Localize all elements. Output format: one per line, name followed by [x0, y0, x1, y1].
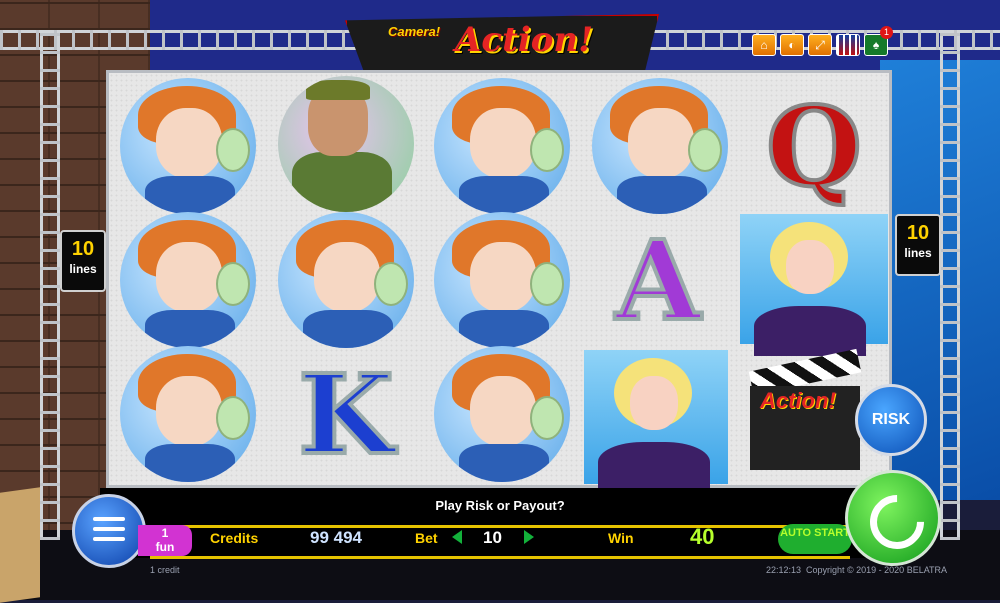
menu-icon-bar [93, 537, 125, 541]
menu-icon-bar [93, 517, 125, 521]
win-value: 40 [690, 524, 715, 549]
bet-value: 10 [483, 528, 502, 547]
bet-label: Bet [415, 530, 438, 546]
sound-icon[interactable]: ◐ [780, 34, 804, 56]
symbol-lady [120, 212, 256, 348]
menu-button[interactable] [72, 494, 146, 568]
auto-start-button[interactable]: AUTO START [778, 524, 852, 554]
win-label: Win [608, 530, 634, 546]
lines-number: 10 [906, 222, 930, 244]
symbol-lady [434, 346, 570, 482]
uk-flag-icon[interactable] [836, 34, 860, 56]
symbol-blonde [740, 214, 888, 356]
lines-label: lines [69, 262, 97, 276]
copyright: Copyright © 2019 - 2020 BELATRA [806, 565, 948, 575]
bet-decrease-icon[interactable] [452, 530, 462, 544]
symbol-lady [434, 212, 570, 348]
symbol-k: K [296, 348, 396, 481]
symbol-lady [120, 78, 256, 214]
fun-label: fun [155, 540, 175, 554]
lines-number: 10 [71, 238, 95, 260]
symbol-q: Q [764, 80, 864, 213]
symbol-lady [278, 212, 414, 348]
symbol-clapperboard: Action! [748, 348, 862, 470]
symbol-man [278, 76, 414, 212]
lines-label: lines [904, 246, 932, 260]
credit-note: 1 credit [150, 565, 180, 575]
right-truss [940, 30, 960, 540]
clapper-word: Action! [760, 388, 836, 413]
credits-value: 99 494 [310, 528, 362, 547]
fun-number: 1 [161, 526, 169, 540]
spin-arrow-icon [858, 483, 936, 561]
lines-indicator-right: 10 lines [895, 214, 941, 276]
left-truss [40, 30, 60, 540]
symbol-lady [434, 78, 570, 214]
spin-button[interactable] [845, 470, 941, 566]
credits-label: Credits [210, 530, 259, 546]
home-icon[interactable]: ⌂ [752, 34, 776, 56]
notification-badge: 1 [880, 26, 893, 39]
bet-increase-icon[interactable] [524, 530, 534, 544]
menu-icon-bar [93, 527, 125, 531]
fullscreen-icon[interactable]: ⤢ [808, 34, 832, 56]
symbol-blonde [584, 350, 728, 492]
clock: 22:12:13 [766, 565, 802, 575]
symbol-lady [592, 78, 728, 214]
logo-small-text: Camera! [388, 24, 441, 39]
risk-button[interactable]: RISK [855, 384, 927, 456]
logo-big-text: Action! [455, 20, 594, 60]
lines-indicator-left: 10 lines [60, 230, 106, 292]
symbol-lady [120, 346, 256, 482]
top-toolbar: ⌂ ◐ ⤢ ♠ [752, 34, 888, 56]
symbol-a: A [613, 214, 702, 347]
denomination-selector[interactable]: 1 fun [138, 525, 192, 556]
